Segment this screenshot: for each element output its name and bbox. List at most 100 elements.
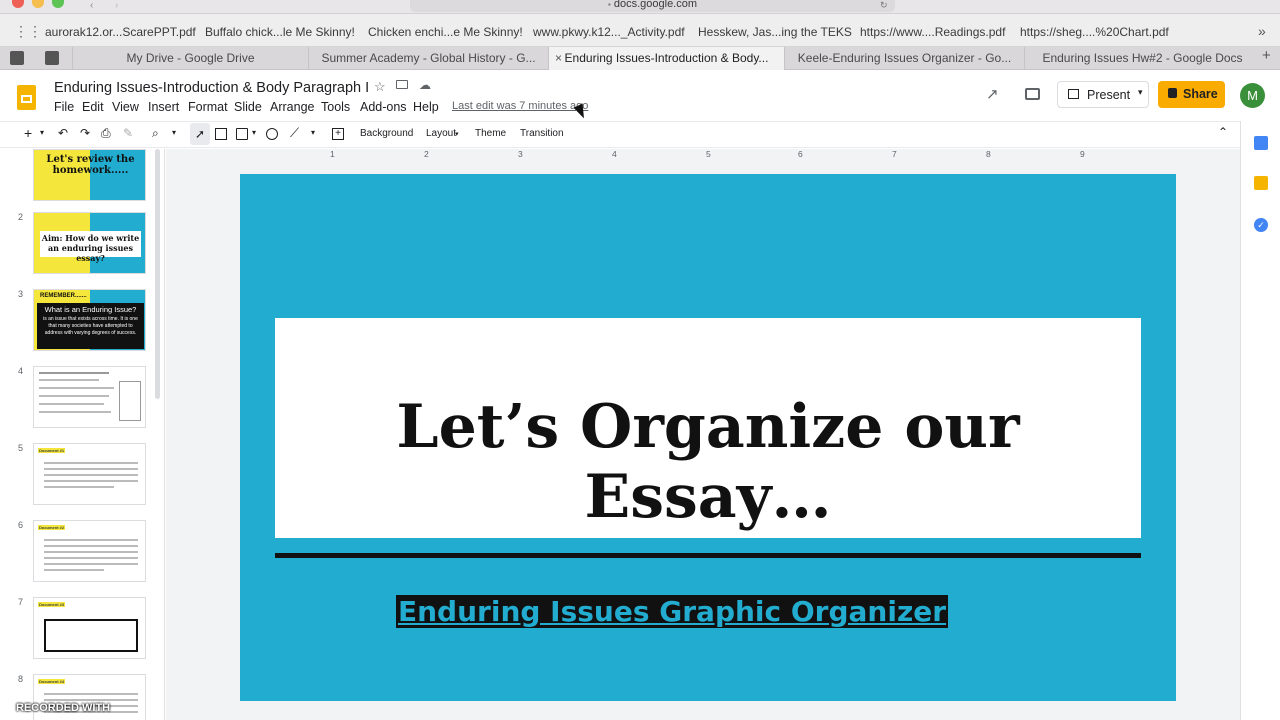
calendar-icon[interactable] bbox=[1254, 136, 1268, 150]
redo-icon[interactable]: ↷ bbox=[80, 126, 90, 140]
bookmark-item[interactable]: aurorak12.or...ScarePPT.pdf bbox=[45, 25, 196, 39]
menu-insert[interactable]: Insert bbox=[148, 100, 179, 114]
undo-icon[interactable]: ↶ bbox=[58, 126, 68, 140]
slide-thumbnail-5[interactable]: Document #1 bbox=[33, 443, 146, 505]
slide-thumbnail-6[interactable]: Document #2 bbox=[33, 520, 146, 582]
slide-thumbnail-1[interactable]: Let's review the homework..... bbox=[33, 149, 146, 201]
slide-filmstrip: Let's review the homework..... 2 Aim: Ho… bbox=[0, 149, 165, 720]
transition-button[interactable]: Transition bbox=[520, 128, 564, 139]
thumb-text-line bbox=[44, 551, 138, 553]
bookmark-item[interactable]: www.pkwy.k12..._Activity.pdf bbox=[533, 25, 685, 39]
tab-label: Enduring Issues-Introduction & Body... bbox=[564, 51, 769, 65]
back-icon[interactable]: ‹ bbox=[90, 0, 93, 11]
zoom-icon[interactable]: ⌕ bbox=[152, 126, 159, 141]
thumb-text-line bbox=[44, 480, 138, 482]
current-slide[interactable]: Let’s Organize our Essay… Enduring Issue… bbox=[240, 174, 1176, 701]
menu-help[interactable]: Help bbox=[413, 100, 439, 114]
menu-slide[interactable]: Slide bbox=[234, 100, 262, 114]
close-window-button[interactable] bbox=[12, 0, 24, 8]
address-bar[interactable]: ▪ docs.google.com bbox=[410, 0, 895, 12]
collapse-toolbar-icon[interactable]: ⌃ bbox=[1218, 125, 1228, 139]
bookmark-item[interactable]: Chicken enchi...e Me Skinny! bbox=[368, 25, 523, 39]
new-slide-dropdown-icon[interactable]: ▾ bbox=[40, 128, 44, 137]
zoom-window-button[interactable] bbox=[52, 0, 64, 8]
layout-button[interactable]: Layout bbox=[426, 128, 456, 139]
more-bookmarks-icon[interactable]: » bbox=[1258, 23, 1266, 39]
bookmark-item[interactable]: https://www....Readings.pdf bbox=[860, 25, 1005, 39]
present-dropdown-icon[interactable]: ▾ bbox=[1138, 87, 1143, 98]
menu-tools[interactable]: Tools bbox=[321, 100, 350, 114]
divider-line[interactable] bbox=[275, 553, 1141, 558]
comment-add-icon[interactable]: + bbox=[332, 128, 344, 140]
slide-number: 5 bbox=[18, 443, 24, 453]
minimize-window-button[interactable] bbox=[32, 0, 44, 8]
forward-icon[interactable]: › bbox=[115, 0, 118, 11]
filmstrip-scrollbar[interactable] bbox=[155, 149, 160, 399]
bookmark-item[interactable]: https://sheg....%20Chart.pdf bbox=[1020, 25, 1169, 39]
shape-icon[interactable] bbox=[266, 128, 278, 140]
document-title[interactable]: Enduring Issues-Introduction & Body Para… bbox=[54, 80, 369, 96]
thumb-label: Document #1 bbox=[38, 448, 66, 453]
thumb-text-line bbox=[44, 462, 138, 464]
tab-enduring-hw2[interactable]: Enduring Issues Hw#2 - Google Docs bbox=[1024, 47, 1260, 70]
account-avatar[interactable]: M bbox=[1240, 83, 1265, 108]
thumb-image-box bbox=[44, 619, 138, 652]
side-panel: ✓ bbox=[1240, 121, 1280, 720]
slide-title[interactable]: Let’s Organize our Essay… bbox=[275, 392, 1141, 532]
menu-arrange[interactable]: Arrange bbox=[270, 100, 314, 114]
line-icon[interactable]: ⟋ bbox=[290, 125, 299, 141]
last-edit-link[interactable]: Last edit was 7 minutes ago bbox=[452, 100, 588, 112]
zoom-dropdown-icon[interactable]: ▾ bbox=[172, 128, 176, 137]
layout-dropdown-icon[interactable]: ▾ bbox=[455, 130, 459, 138]
new-tab-icon[interactable]: + bbox=[1262, 47, 1271, 64]
tab-enduring-issues-intro[interactable]: × Enduring Issues-Introduction & Body... bbox=[548, 47, 784, 70]
slide-thumbnail-4[interactable] bbox=[33, 366, 146, 428]
apps-grid-icon[interactable]: ⋮⋮ bbox=[14, 23, 42, 40]
thumb-text-line bbox=[44, 563, 138, 565]
bookmark-item[interactable]: Hesskew, Jas...ing the TEKS bbox=[698, 25, 852, 39]
keep-icon[interactable] bbox=[1254, 176, 1268, 190]
reload-icon[interactable]: ↻ bbox=[880, 0, 888, 11]
menu-format[interactable]: Format bbox=[188, 100, 228, 114]
slide-number: 8 bbox=[18, 674, 24, 684]
new-slide-icon[interactable]: + bbox=[24, 125, 32, 141]
present-button[interactable]: Present ▾ bbox=[1057, 81, 1149, 108]
thumb-label: Document #3 bbox=[38, 602, 66, 607]
menu-view[interactable]: View bbox=[112, 100, 139, 114]
star-icon[interactable]: ☆ bbox=[374, 79, 386, 95]
activity-dashboard-icon[interactable]: ↗ bbox=[986, 85, 999, 103]
paint-format-icon[interactable]: ✎ bbox=[123, 126, 133, 140]
select-tool-icon[interactable]: ➚ bbox=[190, 123, 210, 145]
tab-my-drive[interactable]: My Drive - Google Drive bbox=[72, 47, 308, 70]
cloud-status-icon[interactable]: ☁ bbox=[419, 78, 431, 92]
bookmark-item[interactable]: Buffalo chick...le Me Skinny! bbox=[205, 25, 355, 39]
tasks-icon[interactable]: ✓ bbox=[1254, 218, 1268, 232]
theme-button[interactable]: Theme bbox=[475, 128, 506, 139]
slide-thumbnail-7[interactable]: Document #3 bbox=[33, 597, 146, 659]
image-icon[interactable] bbox=[236, 128, 248, 140]
menu-file[interactable]: File bbox=[54, 100, 74, 114]
move-folder-icon[interactable] bbox=[396, 80, 408, 89]
image-dropdown-icon[interactable]: ▾ bbox=[252, 128, 256, 137]
comments-icon[interactable] bbox=[1025, 88, 1040, 100]
pinned-tab-icon[interactable] bbox=[10, 51, 24, 65]
slide-thumbnail-2[interactable]: Aim: How do we write an enduring issues … bbox=[33, 212, 146, 274]
close-tab-icon[interactable]: × bbox=[555, 47, 562, 69]
tab-keele-organizer[interactable]: Keele-Enduring Issues Organizer - Go... bbox=[784, 47, 1024, 70]
slide-thumbnail-3[interactable]: REMEMBER....... What is an Enduring Issu… bbox=[33, 289, 146, 351]
menu-edit[interactable]: Edit bbox=[82, 100, 104, 114]
share-button[interactable]: Share bbox=[1158, 81, 1225, 108]
text-box-icon[interactable] bbox=[215, 128, 227, 140]
graphic-organizer-link[interactable]: Enduring Issues Graphic Organizer bbox=[396, 595, 949, 628]
menu-addons[interactable]: Add-ons bbox=[360, 100, 407, 114]
title-box[interactable]: Let’s Organize our Essay… bbox=[275, 318, 1141, 538]
tab-summer-academy[interactable]: Summer Academy - Global History - G... bbox=[308, 47, 548, 70]
line-dropdown-icon[interactable]: ▾ bbox=[311, 128, 315, 137]
present-label: Present bbox=[1087, 88, 1131, 102]
lock-icon bbox=[1168, 88, 1177, 98]
thumb-text-line bbox=[44, 474, 138, 476]
print-icon[interactable]: ⎙ bbox=[101, 126, 111, 141]
background-button[interactable]: Background bbox=[360, 128, 413, 139]
slides-logo-icon[interactable] bbox=[17, 85, 36, 110]
pinned-tab-icon[interactable] bbox=[45, 51, 59, 65]
